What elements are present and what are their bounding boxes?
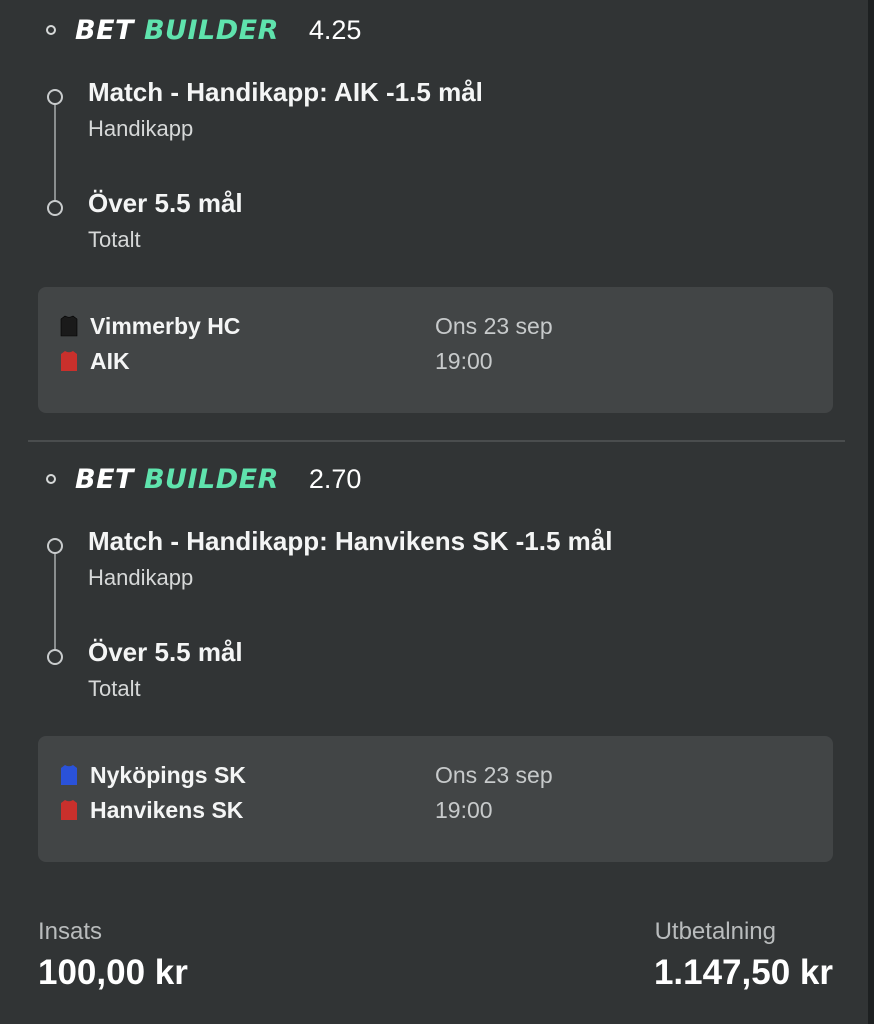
home-team-row: Nyköpings SK <box>60 760 246 790</box>
bet-header-dot-icon <box>46 25 56 35</box>
away-team-row: AIK <box>60 346 130 376</box>
home-team-name: Vimmerby HC <box>90 312 241 339</box>
stake-value: 100,00 kr <box>38 953 188 992</box>
match-time: 19:00 <box>435 797 493 823</box>
bet-logo-text: BET <box>75 463 134 495</box>
leg-market: Totalt <box>88 676 141 701</box>
bet-divider <box>28 440 845 442</box>
builder-logo-text: BUILDER <box>143 14 279 46</box>
leg-connector-line <box>54 546 56 657</box>
payout-value: 1.147,50 kr <box>653 953 833 992</box>
match-card[interactable]: Nyköpings SK Hanvikens SK Ons 23 sep 19:… <box>38 736 833 862</box>
bet-odds: 4.25 <box>308 14 362 45</box>
bet-header-dot-icon <box>46 474 56 484</box>
leg-connector-line <box>54 97 56 208</box>
match-date: Ons 23 sep <box>435 762 553 788</box>
leg-title: Över 5.5 mål <box>88 637 243 667</box>
red-jersey-icon <box>61 351 77 371</box>
leg-title: Match - Handikapp: AIK -1.5 mål <box>88 77 483 107</box>
leg-dot-icon <box>47 200 63 216</box>
away-team-name: Hanvikens SK <box>90 796 244 823</box>
blue-jersey-icon <box>61 765 77 785</box>
stake-label: Insats <box>38 918 103 945</box>
leg-market: Handikapp <box>88 116 194 141</box>
away-team-row: Hanvikens SK <box>60 795 243 825</box>
bet-builder-header-2: BET BUILDER 2.70 <box>46 461 361 497</box>
away-team-name: AIK <box>90 347 130 374</box>
red-jersey-icon <box>61 800 77 820</box>
builder-logo-text: BUILDER <box>143 463 279 495</box>
home-team-name: Nyköpings SK <box>90 761 246 788</box>
leg-title: Över 5.5 mål <box>88 188 243 218</box>
match-card[interactable]: Vimmerby HC AIK Ons 23 sep 19:00 <box>38 287 833 413</box>
leg-dot-icon <box>47 89 63 105</box>
screen-edge <box>868 0 874 1024</box>
match-time: 19:00 <box>435 348 493 374</box>
bet-builder-header-1: BET BUILDER 4.25 <box>46 12 361 48</box>
leg-market: Handikapp <box>88 565 194 590</box>
bet-logo-text: BET <box>75 14 134 46</box>
home-team-row: Vimmerby HC <box>60 311 240 341</box>
leg-dot-icon <box>47 538 63 554</box>
leg-title: Match - Handikapp: Hanvikens SK -1.5 mål <box>88 526 613 556</box>
leg-dot-icon <box>47 649 63 665</box>
leg-market: Totalt <box>88 227 141 252</box>
black-jersey-icon <box>60 315 78 337</box>
bet-odds: 2.70 <box>308 463 362 494</box>
match-date: Ons 23 sep <box>435 313 553 339</box>
payout-label: Utbetalning <box>654 918 776 945</box>
